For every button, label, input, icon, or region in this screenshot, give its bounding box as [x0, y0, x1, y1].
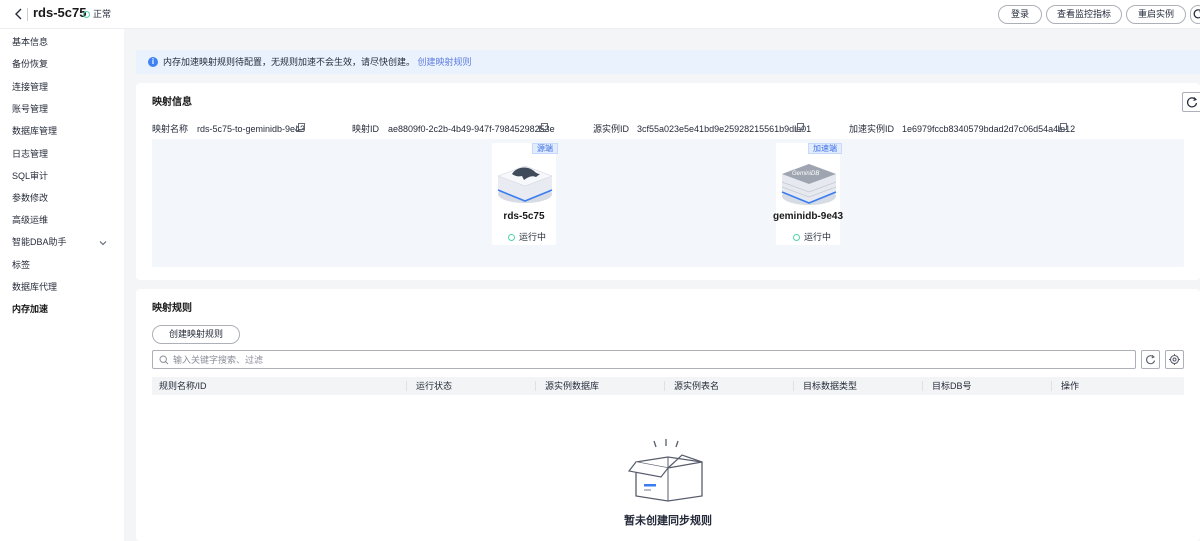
source-node-name: rds-5c75: [503, 211, 545, 222]
search-box[interactable]: [152, 350, 1136, 369]
column-divider: [922, 381, 923, 391]
rules-table-header: 规则名称/ID 运行状态 源实例数据库 源实例表名 目标数据类型 目标DB号 操…: [152, 377, 1184, 395]
running-status-icon: [793, 234, 800, 241]
target-node-status: 运行中: [804, 232, 832, 242]
topology-panel: [152, 139, 1184, 267]
column-divider: [664, 381, 665, 391]
sidebar-item-backup-restore[interactable]: 备份恢复: [12, 58, 48, 70]
sidebar-item-dba-assistant[interactable]: 智能DBA助手: [12, 236, 67, 248]
column-divider: [535, 381, 536, 391]
column-divider: [406, 381, 407, 391]
sidebar-item-accounts[interactable]: 账号管理: [12, 103, 48, 115]
column-rule-name[interactable]: 规则名称/ID: [159, 377, 207, 395]
mapping-id-label: 映射ID: [352, 124, 380, 134]
column-divider: [793, 381, 794, 391]
running-status-icon: [508, 234, 515, 241]
sidebar-item-advanced-ops[interactable]: 高级运维: [12, 214, 48, 226]
refresh-icon[interactable]: [1190, 5, 1200, 24]
source-instance-id-value: 3cf55a023e5e41bd9e25928215561b9din01: [637, 124, 812, 134]
status-running-icon: [83, 11, 90, 18]
accel-instance-id-value: 1e6979fccb8340579bdad2d7c06d54a4in12: [902, 124, 1076, 134]
empty-state-text: 暂未创建同步规则: [624, 515, 712, 527]
title-divider: [27, 8, 28, 21]
mapping-id-value: ae8809f0-2c2b-4b49-947f-79845298253e: [388, 124, 555, 134]
copy-icon[interactable]: [296, 123, 305, 132]
mapping-name-label: 映射名称: [152, 124, 189, 134]
search-icon: [159, 355, 169, 365]
notice-message: 内存加速映射规则待配置，无规则加速不会生效，请尽快创建。: [163, 57, 416, 67]
chevron-down-icon[interactable]: [99, 238, 107, 246]
sidebar-item-db-proxy[interactable]: 数据库代理: [12, 281, 57, 293]
sidebar-item-tags[interactable]: 标签: [12, 259, 30, 271]
mapping-name-value: rds-5c75-to-geminidb-9e43: [197, 124, 306, 134]
column-source-table[interactable]: 源实例表名: [674, 377, 719, 395]
column-actions: 操作: [1061, 381, 1080, 391]
sidebar-item-parameters[interactable]: 参数修改: [12, 192, 48, 204]
geminidb-logo-text: GeminiDB: [792, 171, 819, 177]
info-icon: i: [148, 57, 158, 67]
notice-bar: i 内存加速映射规则待配置，无规则加速不会生效，请尽快创建。 创建映射规则: [136, 50, 1200, 74]
refresh-icon[interactable]: [1182, 92, 1200, 112]
sidebar-item-memory-acceleration[interactable]: 内存加速: [12, 303, 48, 315]
notice-text: 内存加速映射规则待配置，无规则加速不会生效，请尽快创建。 创建映射规则: [163, 56, 472, 68]
page-title: rds-5c75: [33, 5, 87, 20]
accel-instance-id-label: 加速实例ID: [849, 124, 895, 134]
restart-instance-button[interactable]: 重启实例: [1126, 5, 1186, 24]
copy-icon[interactable]: [1058, 123, 1067, 132]
rds-server-icon: [497, 165, 553, 203]
settings-gear-icon[interactable]: [1165, 350, 1184, 369]
column-source-db[interactable]: 源实例数据库: [545, 377, 599, 395]
geminidb-server-icon: GeminiDB: [781, 164, 837, 205]
sidebar-item-basic-info[interactable]: 基本信息: [12, 36, 48, 48]
column-target-db[interactable]: 目标DB号: [932, 377, 972, 395]
top-bar: rds-5c75 正常 登录 查看监控指标 重启实例: [0, 0, 1200, 29]
create-rule-link[interactable]: 创建映射规则: [418, 57, 472, 67]
column-target-type[interactable]: 目标数据类型: [803, 377, 857, 395]
target-node-name: geminidb-9e43: [772, 211, 844, 222]
login-button[interactable]: 登录: [998, 5, 1042, 24]
sidebar-item-logs[interactable]: 日志管理: [12, 148, 48, 160]
sidebar-item-sql-audit[interactable]: SQL审计: [12, 170, 48, 182]
refresh-list-icon[interactable]: [1141, 350, 1160, 369]
source-instance-id-label: 源实例ID: [593, 124, 630, 134]
mapping-info-title: 映射信息: [152, 97, 192, 108]
empty-box-icon: [628, 439, 703, 502]
back-icon[interactable]: [12, 7, 26, 21]
column-divider: [1051, 381, 1052, 391]
mapping-rules-title: 映射规则: [152, 303, 192, 314]
view-metrics-button[interactable]: 查看监控指标: [1046, 5, 1122, 24]
sidebar-item-databases[interactable]: 数据库管理: [12, 125, 57, 137]
column-run-status[interactable]: 运行状态: [416, 377, 452, 395]
copy-icon[interactable]: [795, 123, 804, 132]
sidebar-item-connection[interactable]: 连接管理: [12, 81, 48, 93]
source-node-status: 运行中: [519, 232, 547, 242]
instance-status: 正常: [93, 9, 112, 19]
copy-icon[interactable]: [539, 123, 548, 132]
search-input[interactable]: [173, 352, 1123, 367]
create-rule-button[interactable]: 创建映射规则: [152, 325, 240, 344]
